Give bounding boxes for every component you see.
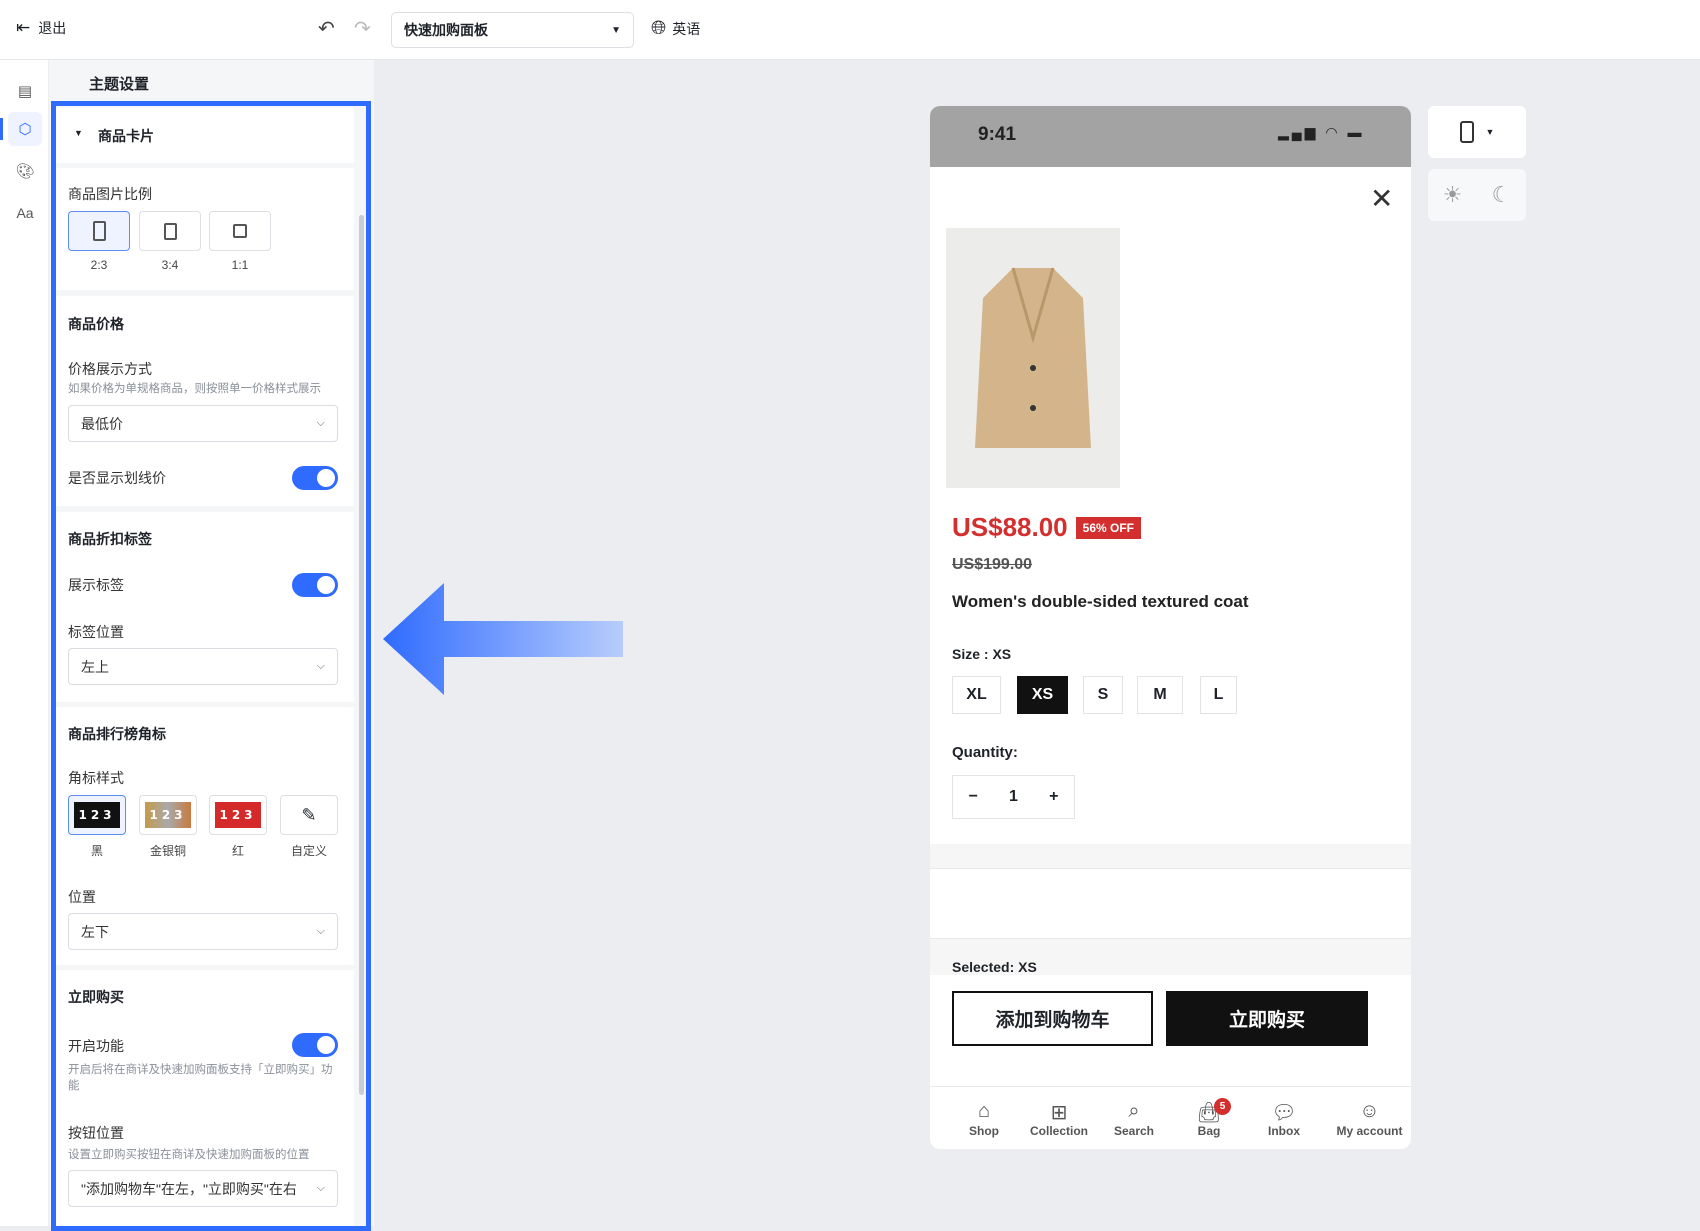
panel-scrollbar[interactable] <box>359 215 364 1095</box>
typography-icon[interactable]: Aa <box>8 196 42 230</box>
size-option-m[interactable]: M <box>1137 676 1183 714</box>
minus-icon[interactable]: − <box>969 788 978 806</box>
divider-area <box>930 844 1411 975</box>
nav-bag[interactable]: 👜︎ Bag 5 <box>1172 1098 1246 1138</box>
discount-badge: 56% OFF <box>1075 516 1142 539</box>
theme-switcher: ☀ ☾ <box>1428 169 1526 221</box>
plus-icon[interactable]: + <box>1049 788 1058 806</box>
nav-shop[interactable]: ⌂ Shop <box>947 1100 1021 1138</box>
image-ratio-section: 商品图片比例 2:3 3:4 1:1 <box>56 168 354 290</box>
buy-now-toggle[interactable] <box>292 1033 338 1057</box>
phone-preview: 9:41 ▂▄▆ ◠ ▬ ✕ US$88.00 56% OFF US$199.0… <box>930 106 1411 1149</box>
rank-position-select[interactable]: 左下 ⌵ <box>68 913 338 950</box>
price-row: US$88.00 56% OFF <box>952 512 1142 543</box>
buy-now-section: 立即购买 开启功能 开启后将在商详及快速加购面板支持「立即购买」功能 按钮位置 … <box>56 970 354 1226</box>
product-image <box>946 228 1120 488</box>
card-section-header[interactable]: ▼ 商品卡片 <box>56 108 354 163</box>
rank-style-red[interactable]: 123 <box>209 795 267 835</box>
size-option-l[interactable]: L <box>1200 676 1237 714</box>
quantity-stepper: −1 + <box>952 775 1075 819</box>
exit-icon: ⇤ <box>16 18 31 37</box>
caret-down-icon: ▼ <box>74 128 83 138</box>
top-bar: ⇤ 退出 ↶ ↷ 快速加购面板 ▼ 🌐︎ 英语 <box>0 0 1700 60</box>
chevron-down-icon: ⌵ <box>316 1182 325 1194</box>
layout-icon[interactable]: ▤ <box>8 74 42 108</box>
button-position-select[interactable]: "添加购物车"在左，"立即购买"在右 ⌵ <box>68 1170 338 1207</box>
rank-style-black[interactable]: 123 <box>68 795 126 835</box>
rank-badge-swatch: 123 <box>74 802 120 828</box>
nav-inbox[interactable]: 💬︎ Inbox <box>1247 1100 1321 1138</box>
rank-badge-swatch: 123 <box>145 802 191 828</box>
redo-icon[interactable]: ↷ <box>354 16 371 41</box>
signal-wifi-battery-icon: ▂▄▆ ◠ ▬ <box>1278 124 1365 140</box>
rank-style-custom[interactable]: ✎ <box>280 795 338 835</box>
caret-down-icon: ▼ <box>1485 127 1495 137</box>
theme-settings-icon[interactable]: ⬡ <box>8 112 42 146</box>
search-icon: ⌕ <box>1128 1100 1140 1122</box>
size-option-xs[interactable]: XS <box>1017 676 1068 714</box>
globe-icon: 🌐︎ <box>651 18 667 39</box>
home-icon: ⌂ <box>977 1100 991 1122</box>
language-button[interactable]: 🌐︎ 英语 <box>651 18 700 40</box>
add-to-cart-button[interactable]: 添加到购物车 <box>952 991 1153 1046</box>
exit-button[interactable]: ⇤ 退出 <box>16 18 66 38</box>
grid-icon: ⊞ <box>1050 1102 1068 1124</box>
pencil-ruler-icon: ✎ <box>301 804 317 825</box>
discount-section: 商品折扣标签 展示标签 标签位置 左上 ⌵ <box>56 512 354 702</box>
show-discount-toggle[interactable] <box>292 573 338 597</box>
bag-count-badge: 5 <box>1214 1098 1231 1115</box>
coat-image <box>975 267 1091 448</box>
price-display-select[interactable]: 最低价 ⌵ <box>68 405 338 442</box>
account-icon: ☺ <box>1359 1100 1380 1122</box>
chevron-down-icon: ⌵ <box>316 925 325 937</box>
nav-collection[interactable]: ⊞ Collection <box>1022 1100 1096 1138</box>
ratio-option-2-3[interactable] <box>68 211 130 251</box>
chat-icon: 💬︎ <box>1271 1102 1297 1124</box>
buy-now-button[interactable]: 立即购买 <box>1166 991 1368 1046</box>
portrait-icon <box>92 221 106 241</box>
strike-price-toggle[interactable] <box>292 466 338 490</box>
arrow-left-icon <box>383 583 623 695</box>
active-indicator <box>0 118 3 140</box>
rank-badge-section: 商品排行榜角标 角标样式 123 123 123 ✎ 黑 金银铜 红 自定义 位… <box>56 707 354 965</box>
discount-position-select[interactable]: 左上 ⌵ <box>68 648 338 685</box>
page-select[interactable]: 快速加购面板 ▼ <box>391 12 634 48</box>
nav-search[interactable]: ⌕ Search <box>1097 1100 1171 1138</box>
undo-icon[interactable]: ↶ <box>318 16 335 41</box>
square-icon <box>233 224 247 238</box>
status-bar: 9:41 ▂▄▆ ◠ ▬ <box>930 106 1411 167</box>
caret-down-icon: ▼ <box>611 24 621 36</box>
panel-title: 主题设置 <box>89 76 150 93</box>
close-icon[interactable]: ✕ <box>1370 182 1393 215</box>
nav-my-account[interactable]: ☺ My account <box>1322 1100 1417 1138</box>
size-option-s[interactable]: S <box>1083 676 1123 714</box>
ratio-option-1-1[interactable] <box>209 211 271 251</box>
rank-badge-swatch: 123 <box>215 802 261 828</box>
sun-icon[interactable]: ☀ <box>1443 182 1463 208</box>
palette-icon[interactable]: 🎨︎ <box>8 154 42 188</box>
ratio-option-3-4[interactable] <box>139 211 201 251</box>
chevron-down-icon: ⌵ <box>316 660 325 672</box>
price-section: 商品价格 价格展示方式 如果价格为单规格商品，则按照单一价格样式展示 最低价 ⌵ … <box>56 296 354 506</box>
size-option-xl[interactable]: XL <box>952 676 1001 714</box>
chevron-down-icon: ⌵ <box>316 417 325 429</box>
icon-rail: ▤ ⬡ 🎨︎ Aa <box>0 60 49 1226</box>
portrait-icon <box>163 222 177 240</box>
device-switcher[interactable]: ▼ <box>1428 106 1526 158</box>
moon-icon[interactable]: ☾ <box>1492 182 1512 208</box>
bag-icon: 👜︎ <box>1196 1102 1222 1124</box>
rank-style-gold-silver-bronze[interactable]: 123 <box>139 795 197 835</box>
mobile-icon <box>1459 121 1474 143</box>
